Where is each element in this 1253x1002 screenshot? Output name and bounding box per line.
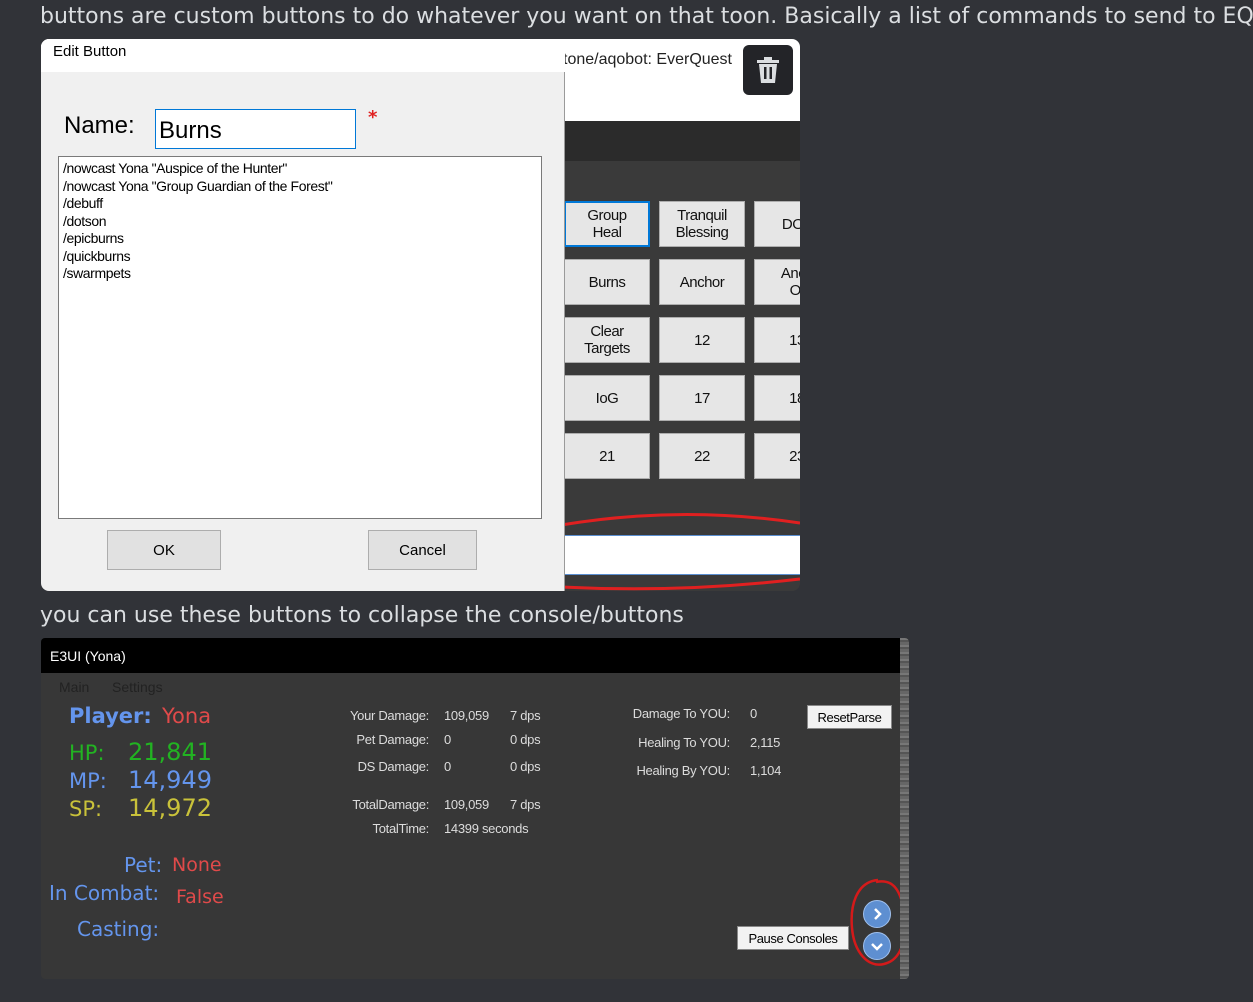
name-label: Name: xyxy=(64,112,135,139)
command-line: /dotson xyxy=(63,212,107,229)
menu-settings[interactable]: Settings xyxy=(112,679,163,695)
hp-label: HP: xyxy=(69,741,105,765)
custom-button-23[interactable]: 23 xyxy=(754,433,800,479)
pet-damage-label: Pet Damage: xyxy=(356,732,429,747)
command-line: /swarmpets xyxy=(63,265,131,281)
pet-damage-dps: 0 dps xyxy=(510,732,541,747)
your-damage-value: 109,059 xyxy=(444,708,489,723)
total-damage-label: TotalDamage: xyxy=(352,797,429,812)
pet-value: None xyxy=(172,854,222,876)
command-line: /nowcast Yona "Group Guardian of the For… xyxy=(63,177,333,194)
in-combat-value: False xyxy=(176,886,224,908)
cancel-button[interactable]: Cancel xyxy=(368,530,477,570)
total-damage-dps: 7 dps xyxy=(510,797,541,812)
red-annotation-arcs xyxy=(560,513,800,591)
custom-button-17[interactable]: 17 xyxy=(659,375,745,421)
delete-button[interactable] xyxy=(743,45,793,95)
hp-value: 21,841 xyxy=(128,738,212,766)
total-damage-value: 109,059 xyxy=(444,797,489,812)
commands-textarea[interactable]: /nowcast Yona "Auspice of the Hunter" /n… xyxy=(58,156,542,519)
ds-damage-label: DS Damage: xyxy=(357,759,430,774)
custom-button-iog[interactable]: IoG xyxy=(564,375,650,421)
edit-button-dialog: Edit Button Name: * /nowcast Yona "Auspi… xyxy=(41,39,565,591)
custom-button-dot[interactable]: DOT xyxy=(754,201,800,247)
custom-button-22[interactable]: 22 xyxy=(659,433,745,479)
pet-label: Pet: xyxy=(124,853,163,877)
dialog-titlebar: Edit Button xyxy=(41,39,565,72)
player-label: Player: xyxy=(69,704,152,728)
name-input[interactable] xyxy=(155,109,356,149)
command-line: /debuff xyxy=(63,195,103,211)
healing-to-you-value: 2,115 xyxy=(750,735,781,750)
healing-by-you-value: 1,104 xyxy=(750,763,782,778)
custom-button-12[interactable]: 12 xyxy=(659,317,745,363)
your-damage-dps: 7 dps xyxy=(510,708,541,723)
background-window-title: tone/aqobot: EverQuest xyxy=(563,51,732,68)
damage-to-you-value: 0 xyxy=(750,706,757,721)
ds-damage-value: 0 xyxy=(444,759,451,774)
reset-parse-button[interactable]: ResetParse xyxy=(807,705,892,729)
screenshot-e3ui: E3UI (Yona) Main Settings Player: Yona H… xyxy=(41,638,909,979)
mp-value: 14,949 xyxy=(128,766,212,794)
total-time-value: 14399 seconds xyxy=(444,821,529,836)
custom-button-group-heal[interactable]: Group Heal xyxy=(564,201,650,247)
damage-to-you-label: Damage To YOU: xyxy=(632,706,731,721)
custom-button-anchor[interactable]: Anchor xyxy=(659,259,745,305)
trash-icon xyxy=(757,57,779,83)
ok-button[interactable]: OK xyxy=(107,530,221,570)
command-line: /epicburns xyxy=(63,230,124,246)
command-line: /nowcast Yona "Auspice of the Hunter" xyxy=(63,160,287,176)
command-line: /quickburns xyxy=(63,247,131,264)
pause-consoles-button[interactable]: Pause Consoles xyxy=(737,926,849,950)
custom-button-tranquil-blessing[interactable]: Tranquil Blessing xyxy=(659,201,745,247)
menu-main[interactable]: Main xyxy=(59,679,89,695)
e3ui-title: E3UI (Yona) xyxy=(50,648,126,664)
custom-button-18[interactable]: 18 xyxy=(754,375,800,421)
screenshot-edit-button: tone/aqobot: EverQuest Group Heal Tranqu… xyxy=(41,39,800,591)
chat-message-2: you can use these buttons to collapse th… xyxy=(40,603,684,628)
e3ui-titlebar: E3UI (Yona) xyxy=(41,638,909,673)
custom-button-clear-targets[interactable]: Clear Targets xyxy=(564,317,650,363)
custom-button-burns[interactable]: Burns xyxy=(564,259,650,305)
ds-damage-dps: 0 dps xyxy=(510,759,541,774)
dialog-title: Edit Button xyxy=(53,43,127,60)
chat-message-1: buttons are custom buttons to do whateve… xyxy=(40,4,1253,29)
custom-button-13[interactable]: 13 xyxy=(754,317,800,363)
healing-by-you-label: Healing By YOU: xyxy=(636,763,730,778)
player-value: Yona xyxy=(162,704,212,728)
your-damage-label: Your Damage: xyxy=(349,708,429,723)
custom-button-anchor-off[interactable]: Anch Of xyxy=(754,259,800,305)
required-marker: * xyxy=(368,107,378,128)
mp-label: MP: xyxy=(69,769,107,793)
sp-label: SP: xyxy=(69,797,103,821)
in-combat-label: In Combat: xyxy=(49,881,160,905)
healing-to-you-label: Healing To YOU: xyxy=(638,735,730,750)
pet-damage-value: 0 xyxy=(444,732,451,747)
window-edge-texture xyxy=(900,638,909,979)
casting-label: Casting: xyxy=(77,917,160,941)
total-time-label: TotalTime: xyxy=(372,821,430,836)
custom-button-21[interactable]: 21 xyxy=(564,433,650,479)
sp-value: 14,972 xyxy=(128,794,212,822)
